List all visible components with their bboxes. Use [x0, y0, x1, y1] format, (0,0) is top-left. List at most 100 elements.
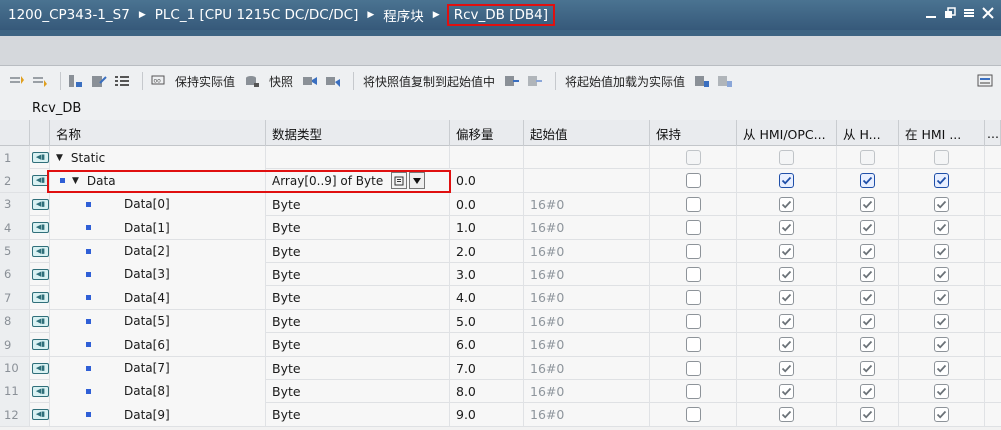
checkbox[interactable] — [685, 196, 701, 212]
checkbox[interactable] — [779, 173, 794, 189]
start-value-cell[interactable]: 16#0 — [524, 403, 650, 427]
edit-icon[interactable] — [90, 73, 108, 89]
checkbox[interactable] — [934, 220, 949, 236]
checkbox[interactable] — [779, 266, 794, 282]
monitor-icon[interactable]: oo — [149, 73, 167, 89]
header-more[interactable]: ... — [985, 120, 1001, 146]
table-row[interactable]: 8 ◀▮ Data[5] Byte 5.0 16#0 — [0, 309, 1001, 334]
datatype-cell[interactable]: Byte — [266, 239, 450, 263]
checkbox[interactable] — [779, 313, 794, 329]
checkbox[interactable] — [685, 266, 701, 282]
datatype-cell[interactable]: Byte — [266, 192, 450, 216]
offset-cell[interactable]: 5.0 — [450, 309, 524, 333]
datatype-cell[interactable]: Byte — [266, 309, 450, 333]
checkbox[interactable] — [860, 313, 875, 329]
offset-cell[interactable]: 9.0 — [450, 403, 524, 427]
datatype-cell[interactable]: Byte — [266, 333, 450, 357]
datatype-cell[interactable]: Byte — [266, 403, 450, 427]
checkbox[interactable] — [934, 337, 949, 353]
header-name[interactable]: 名称 — [50, 120, 266, 146]
list-icon[interactable] — [962, 5, 976, 21]
datatype-field[interactable]: Array[0..9] of Byte — [266, 169, 450, 192]
breadcrumb-project[interactable]: 1200_CP343-1_S7 — [6, 7, 132, 23]
header-offset[interactable]: 偏移量 — [450, 120, 524, 146]
start-value-cell[interactable] — [524, 146, 650, 169]
datatype-cell[interactable]: Byte — [266, 286, 450, 310]
checkbox[interactable] — [779, 360, 794, 376]
close-icon[interactable] — [981, 5, 995, 21]
table-row[interactable]: 3 ◀▮ Data[0] Byte 0.0 16#0 — [0, 192, 1001, 217]
checkbox[interactable] — [934, 290, 949, 306]
table-row[interactable]: 11 ◀▮ Data[8] Byte 8.0 16#0 — [0, 379, 1001, 404]
datatype-cell[interactable]: Byte — [266, 262, 450, 286]
start-value-cell[interactable]: 16#0 — [524, 216, 650, 240]
list-view-icon[interactable] — [113, 73, 131, 89]
start-value-cell[interactable]: 16#0 — [524, 239, 650, 263]
expand-icon[interactable] — [67, 73, 85, 89]
offset-cell[interactable]: 4.0 — [450, 286, 524, 310]
offset-cell[interactable]: 6.0 — [450, 333, 524, 357]
load-start-all-icon[interactable] — [716, 73, 734, 89]
list-edit-icon[interactable] — [391, 172, 408, 190]
checkbox[interactable] — [860, 196, 875, 212]
table-row[interactable]: 2 ◀▮ ▼ Data Array[0..9] of Byte 0.0 — [0, 169, 1001, 193]
checkbox[interactable] — [934, 407, 949, 423]
table-row[interactable]: 10 ◀▮ Data[7] Byte 7.0 16#0 — [0, 356, 1001, 380]
checkbox[interactable] — [685, 337, 701, 353]
header-writable-from-hmi[interactable]: 从 H... — [837, 120, 899, 146]
header-accessible-from-hmi[interactable]: 从 HMI/OPC... — [737, 120, 837, 146]
checkbox[interactable] — [685, 360, 701, 376]
checkbox[interactable] — [860, 266, 875, 282]
snapshot-compare-icon[interactable] — [324, 73, 342, 89]
checkbox[interactable] — [934, 266, 949, 282]
checkbox[interactable] — [934, 196, 949, 212]
snapshot-icon[interactable] — [301, 73, 319, 89]
table-row[interactable]: 12 ◀▮ Data[9] Byte 9.0 16#0 — [0, 403, 1001, 427]
offset-cell[interactable]: 3.0 — [450, 262, 524, 286]
table-row[interactable]: 4 ◀▮ Data[1] Byte 1.0 16#0 — [0, 216, 1001, 240]
copy-snapshot-all-icon[interactable] — [526, 73, 544, 89]
copy-snapshot-icon[interactable] — [503, 73, 521, 89]
panel-layout-icon[interactable] — [977, 73, 993, 92]
caret-down-icon[interactable]: ▼ — [72, 176, 79, 186]
checkbox[interactable] — [934, 150, 949, 165]
checkbox[interactable] — [685, 243, 701, 259]
header-retain[interactable]: 保持 — [650, 120, 737, 146]
checkbox[interactable] — [685, 150, 701, 165]
datatype-cell[interactable]: Byte — [266, 216, 450, 240]
table-row[interactable]: 9 ◀▮ Data[6] Byte 6.0 16#0 — [0, 333, 1001, 357]
copy-snapshot-to-start-button[interactable]: 将快照值复制到起始值中 — [363, 73, 495, 90]
start-value-cell[interactable]: 16#0 — [524, 192, 650, 216]
header-start-value[interactable]: 起始值 — [524, 120, 650, 146]
checkbox[interactable] — [779, 243, 794, 259]
checkbox[interactable] — [934, 173, 949, 189]
start-value-cell[interactable]: 16#0 — [524, 333, 650, 357]
checkbox[interactable] — [685, 290, 701, 306]
checkbox[interactable] — [934, 313, 949, 329]
restore-icon[interactable] — [943, 5, 957, 21]
offset-cell[interactable]: 8.0 — [450, 379, 524, 403]
checkbox[interactable] — [860, 220, 875, 236]
table-row[interactable]: 5 ◀▮ Data[2] Byte 2.0 16#0 — [0, 239, 1001, 263]
header-visible-in-hmi[interactable]: 在 HMI ... — [899, 120, 985, 146]
checkbox[interactable] — [685, 313, 701, 329]
offset-cell[interactable]: 1.0 — [450, 216, 524, 240]
breadcrumb-current-block[interactable]: Rcv_DB [DB4] — [446, 4, 555, 26]
checkbox[interactable] — [779, 383, 794, 399]
snapshot-button[interactable]: 快照 — [269, 73, 293, 90]
checkbox[interactable] — [860, 383, 875, 399]
datatype-cell[interactable]: Byte — [266, 379, 450, 403]
checkbox[interactable] — [779, 290, 794, 306]
breadcrumb-plc[interactable]: PLC_1 [CPU 1215C DC/DC/DC] — [153, 7, 361, 23]
checkbox[interactable] — [860, 337, 875, 353]
checkbox[interactable] — [779, 150, 794, 165]
checkbox[interactable] — [685, 407, 701, 423]
insert-row-icon[interactable] — [8, 73, 26, 89]
breadcrumb-program-blocks[interactable]: 程序块 — [381, 5, 426, 25]
checkbox[interactable] — [779, 220, 794, 236]
load-start-as-actual-button[interactable]: 将起始值加载为实际值 — [565, 73, 685, 90]
table-row[interactable]: 1 ◀▮ ▼ Static — [0, 146, 1001, 170]
caret-down-icon[interactable]: ▼ — [56, 153, 63, 163]
minimize-icon[interactable] — [924, 5, 938, 21]
checkbox[interactable] — [934, 243, 949, 259]
